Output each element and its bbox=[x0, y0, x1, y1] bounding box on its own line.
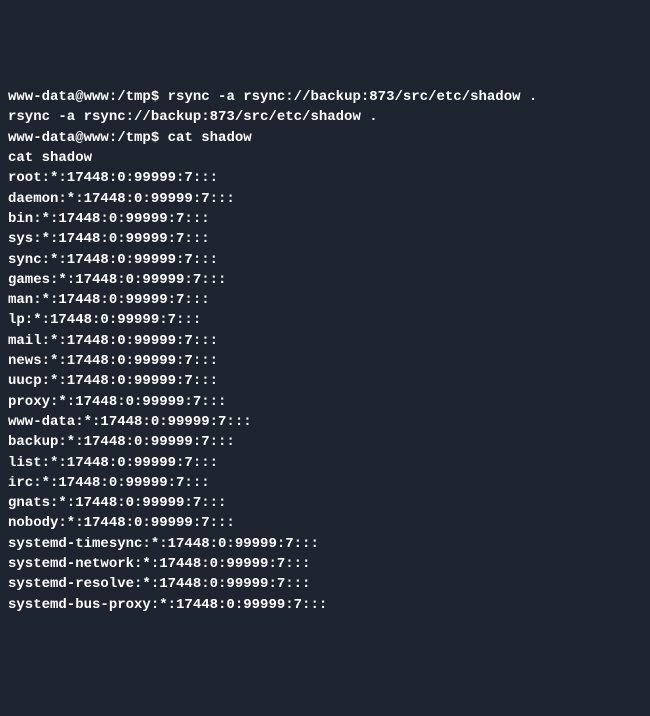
terminal-line: www-data@www:/tmp$ rsync -a rsync://back… bbox=[8, 87, 642, 107]
output-text: systemd-resolve:*:17448:0:99999:7::: bbox=[8, 576, 310, 592]
terminal-line: www-data@www:/tmp$ cat shadow bbox=[8, 128, 642, 148]
shell-prompt: www-data@www:/tmp$ bbox=[8, 89, 168, 105]
terminal-line: list:*:17448:0:99999:7::: bbox=[8, 453, 642, 473]
output-text: news:*:17448:0:99999:7::: bbox=[8, 353, 218, 369]
terminal-line: man:*:17448:0:99999:7::: bbox=[8, 290, 642, 310]
output-text: uucp:*:17448:0:99999:7::: bbox=[8, 373, 218, 389]
output-text: bin:*:17448:0:99999:7::: bbox=[8, 211, 210, 227]
terminal-line: bin:*:17448:0:99999:7::: bbox=[8, 209, 642, 229]
terminal-line: rsync -a rsync://backup:873/src/etc/shad… bbox=[8, 107, 642, 127]
command-text: rsync -a rsync://backup:873/src/etc/shad… bbox=[168, 89, 538, 105]
terminal-line: systemd-resolve:*:17448:0:99999:7::: bbox=[8, 574, 642, 594]
output-text: mail:*:17448:0:99999:7::: bbox=[8, 333, 218, 349]
output-text: rsync -a rsync://backup:873/src/etc/shad… bbox=[8, 109, 378, 125]
output-text: systemd-network:*:17448:0:99999:7::: bbox=[8, 556, 310, 572]
terminal-window[interactable]: www-data@www:/tmp$ rsync -a rsync://back… bbox=[8, 87, 642, 615]
output-text: proxy:*:17448:0:99999:7::: bbox=[8, 394, 226, 410]
terminal-line: games:*:17448:0:99999:7::: bbox=[8, 270, 642, 290]
terminal-line: proxy:*:17448:0:99999:7::: bbox=[8, 392, 642, 412]
terminal-line: backup:*:17448:0:99999:7::: bbox=[8, 432, 642, 452]
terminal-line: daemon:*:17448:0:99999:7::: bbox=[8, 189, 642, 209]
output-text: systemd-bus-proxy:*:17448:0:99999:7::: bbox=[8, 597, 327, 613]
terminal-line: gnats:*:17448:0:99999:7::: bbox=[8, 493, 642, 513]
terminal-line: uucp:*:17448:0:99999:7::: bbox=[8, 371, 642, 391]
terminal-line: lp:*:17448:0:99999:7::: bbox=[8, 310, 642, 330]
output-text: systemd-timesync:*:17448:0:99999:7::: bbox=[8, 536, 319, 552]
output-text: daemon:*:17448:0:99999:7::: bbox=[8, 191, 235, 207]
terminal-line: systemd-bus-proxy:*:17448:0:99999:7::: bbox=[8, 595, 642, 615]
output-text: nobody:*:17448:0:99999:7::: bbox=[8, 515, 235, 531]
output-text: sys:*:17448:0:99999:7::: bbox=[8, 231, 210, 247]
terminal-line: irc:*:17448:0:99999:7::: bbox=[8, 473, 642, 493]
terminal-line: systemd-timesync:*:17448:0:99999:7::: bbox=[8, 534, 642, 554]
terminal-line: www-data:*:17448:0:99999:7::: bbox=[8, 412, 642, 432]
terminal-line: news:*:17448:0:99999:7::: bbox=[8, 351, 642, 371]
terminal-line: root:*:17448:0:99999:7::: bbox=[8, 168, 642, 188]
output-text: games:*:17448:0:99999:7::: bbox=[8, 272, 226, 288]
command-text: cat shadow bbox=[168, 130, 252, 146]
output-text: irc:*:17448:0:99999:7::: bbox=[8, 475, 210, 491]
terminal-line: sys:*:17448:0:99999:7::: bbox=[8, 229, 642, 249]
terminal-line: nobody:*:17448:0:99999:7::: bbox=[8, 513, 642, 533]
output-text: man:*:17448:0:99999:7::: bbox=[8, 292, 210, 308]
output-text: gnats:*:17448:0:99999:7::: bbox=[8, 495, 226, 511]
output-text: root:*:17448:0:99999:7::: bbox=[8, 170, 218, 186]
terminal-line: sync:*:17448:0:99999:7::: bbox=[8, 250, 642, 270]
terminal-line: mail:*:17448:0:99999:7::: bbox=[8, 331, 642, 351]
terminal-line: systemd-network:*:17448:0:99999:7::: bbox=[8, 554, 642, 574]
terminal-line: cat shadow bbox=[8, 148, 642, 168]
output-text: backup:*:17448:0:99999:7::: bbox=[8, 434, 235, 450]
output-text: sync:*:17448:0:99999:7::: bbox=[8, 252, 218, 268]
output-text: lp:*:17448:0:99999:7::: bbox=[8, 312, 201, 328]
output-text: list:*:17448:0:99999:7::: bbox=[8, 455, 218, 471]
output-text: www-data:*:17448:0:99999:7::: bbox=[8, 414, 252, 430]
output-text: cat shadow bbox=[8, 150, 92, 166]
shell-prompt: www-data@www:/tmp$ bbox=[8, 130, 168, 146]
